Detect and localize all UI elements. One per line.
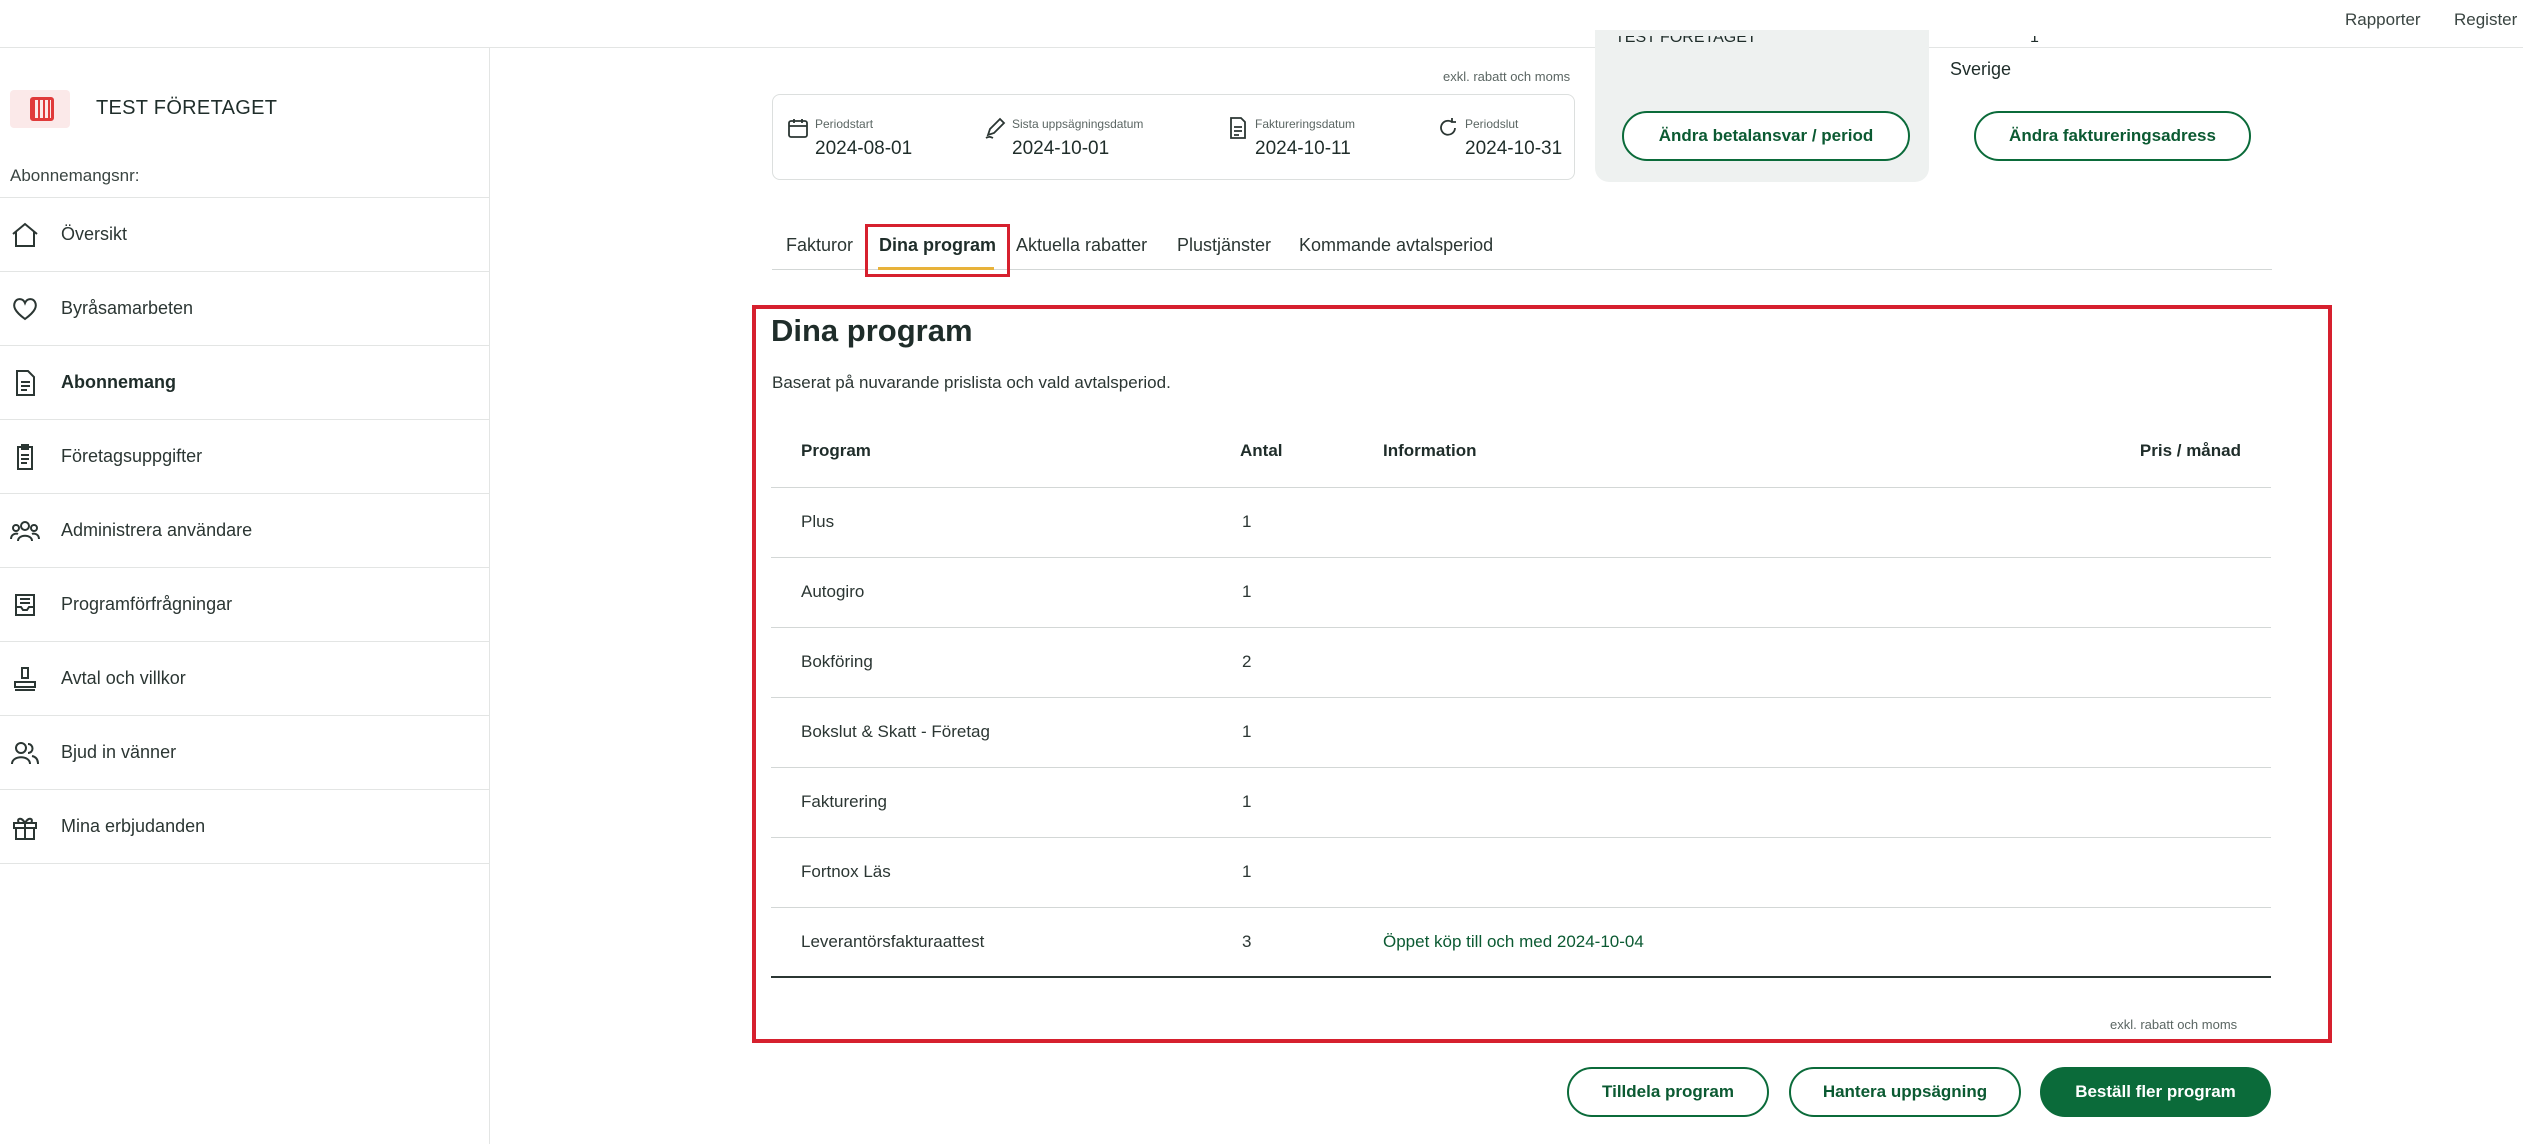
period-summary: Periodstart 2024-08-01 Sista uppsägnings… (772, 94, 1575, 180)
cancellation-deadline-value: 2024-10-01 (1012, 138, 1110, 159)
invoice-icon (1230, 117, 1246, 139)
sidebar-item-label: Företagsuppgifter (61, 446, 203, 466)
sidebar-item-label: Abonnemang (61, 372, 176, 392)
program-name: Bokföring (801, 652, 873, 671)
program-count: 1 (1242, 582, 1252, 601)
program-name: Autogiro (801, 582, 865, 601)
period-start-value: 2024-08-01 (815, 138, 913, 159)
company-logo (10, 90, 70, 128)
refresh-icon (1440, 118, 1456, 136)
program-count: 1 (1242, 512, 1252, 531)
period-end-label: Periodslut (1465, 117, 1519, 131)
tab-plustjanster[interactable]: Plustjänster (1177, 235, 1271, 256)
sidebar-item-label: Byråsamarbeten (61, 298, 194, 318)
sidebar-item-byrasamarbeten[interactable]: Byråsamarbeten (0, 272, 490, 346)
sidebar-item-label: Avtal och villkor (61, 668, 186, 688)
price-note: exkl. rabatt och moms (1443, 69, 1571, 84)
sidebar-item-mina-erbjudanden[interactable]: Mina erbjudanden (0, 790, 490, 864)
program-count: 2 (1242, 652, 1252, 671)
invoice-date-label: Faktureringsdatum (1255, 117, 1356, 131)
programs-table: Program Antal Information Pris / månad P… (771, 418, 2271, 978)
top-bar: Rapporter Register (0, 0, 2523, 48)
program-count: 1 (1242, 862, 1252, 881)
calendar-icon (788, 119, 808, 138)
gift-icon (13, 817, 37, 840)
sidebar-item-label: Översikt (61, 224, 128, 244)
sidebar: TEST FÖRETAGET Abonnemangsnr: Översikt B… (0, 48, 490, 1144)
cancellation-deadline-label: Sista uppsägningsdatum (1012, 117, 1144, 131)
tab-highlight-box (865, 224, 1010, 277)
period-start-label: Periodstart (815, 117, 874, 131)
page-title: Dina program (771, 313, 973, 348)
period-start: Periodstart 2024-08-01 (773, 95, 968, 181)
period-end: Periodslut 2024-10-31 (1423, 95, 1573, 181)
program-count: 3 (1242, 932, 1252, 951)
users-icon (10, 521, 40, 542)
nav-link-register[interactable]: Register (2454, 10, 2517, 30)
book-icon (30, 97, 54, 121)
manage-cancellation-button[interactable]: Hantera uppsägning (1789, 1067, 2021, 1117)
sidebar-item-bjud-in-vanner[interactable]: Bjud in vänner (0, 716, 490, 790)
sidebar-item-label: Mina erbjudanden (61, 816, 206, 836)
sidebar-item-avtal-och-villkor[interactable]: Avtal och villkor (0, 642, 490, 716)
table-row: Plus 1 (771, 488, 2271, 558)
table-row: Autogiro 1 (771, 558, 2271, 628)
stamp-icon (14, 667, 36, 691)
sidebar-item-programforfragningar[interactable]: Programförfrågningar (0, 568, 490, 642)
change-address-button[interactable]: Ändra faktureringsadress (1974, 111, 2251, 161)
order-more-programs-button[interactable]: Beställ fler program (2040, 1067, 2271, 1117)
sidebar-item-label: Administrera användare (61, 520, 253, 540)
program-name: Bokslut & Skatt - Företag (801, 722, 990, 741)
tab-fakturor[interactable]: Fakturor (786, 235, 853, 256)
program-name: Plus (801, 512, 835, 531)
friends-icon (11, 742, 39, 765)
subscription-number-label: Abonnemangsnr: (10, 166, 140, 185)
column-header-information: Information (1383, 441, 1477, 460)
sidebar-nav: Översikt Byråsamarbeten Abonnemang Föret… (0, 197, 490, 864)
table-row: Fakturering 1 (771, 768, 2271, 838)
inbox-icon (15, 594, 35, 616)
program-count: 1 (1242, 792, 1252, 811)
sidebar-item-label: Bjud in vänner (61, 742, 177, 762)
column-header-antal: Antal (1240, 441, 1283, 460)
table-row: Bokslut & Skatt - Företag 1 (771, 698, 2271, 768)
sidebar-item-abonnemang[interactable]: Abonnemang (0, 346, 490, 420)
document-icon (16, 370, 35, 396)
address-line: 1 (2030, 36, 2039, 46)
tab-kommande-avtalsperiod[interactable]: Kommande avtalsperiod (1299, 235, 1493, 256)
cancellation-deadline: Sista uppsägningsdatum 2024-10-01 (970, 95, 1215, 181)
assign-program-button[interactable]: Tilldela program (1567, 1067, 1769, 1117)
payer-name: TEST FÖRETAGET (1615, 36, 1757, 46)
program-count: 1 (1242, 722, 1252, 741)
table-header: Program Antal Information Pris / månad (771, 418, 2271, 488)
price-note-bottom: exkl. rabatt och moms (2110, 1017, 2238, 1032)
invoice-date-value: 2024-10-11 (1255, 138, 1351, 159)
period-end-value: 2024-10-31 (1465, 138, 1563, 159)
nav-link-rapporter[interactable]: Rapporter (2345, 10, 2421, 30)
table-row: Bokföring 2 (771, 628, 2271, 698)
billing-country: Sverige (1950, 59, 2012, 79)
program-name: Leverantörsfakturaattest (801, 932, 985, 951)
company-name: TEST FÖRETAGET (96, 97, 278, 119)
sidebar-item-foretagsuppgifter[interactable]: Företagsuppgifter (0, 420, 490, 494)
change-payer-button[interactable]: Ändra betalansvar / period (1622, 111, 1910, 161)
pen-icon (985, 117, 1006, 139)
sidebar-item-label: Programförfrågningar (61, 594, 233, 614)
page-subtitle: Baserat på nuvarande prislista och vald … (772, 373, 1171, 392)
program-name: Fortnox Läs (801, 862, 891, 881)
program-info: Öppet köp till och med 2024-10-04 (1383, 932, 1644, 951)
invoice-date: Faktureringsdatum 2024-10-11 (1213, 95, 1423, 181)
tab-aktuella-rabatter[interactable]: Aktuella rabatter (1016, 235, 1147, 256)
clipboard-icon (17, 444, 33, 470)
column-header-price: Pris / månad (2139, 441, 2241, 460)
table-row: Leverantörsfakturaattest 3 Öppet köp til… (771, 908, 2271, 978)
column-header-program: Program (801, 441, 871, 460)
sidebar-item-oversikt[interactable]: Översikt (0, 198, 490, 272)
home-icon (12, 222, 38, 247)
sidebar-item-administrera-anvandare[interactable]: Administrera användare (0, 494, 490, 568)
program-name: Fakturering (801, 792, 887, 811)
table-row: Fortnox Läs 1 (771, 838, 2271, 908)
heart-icon (13, 298, 37, 321)
